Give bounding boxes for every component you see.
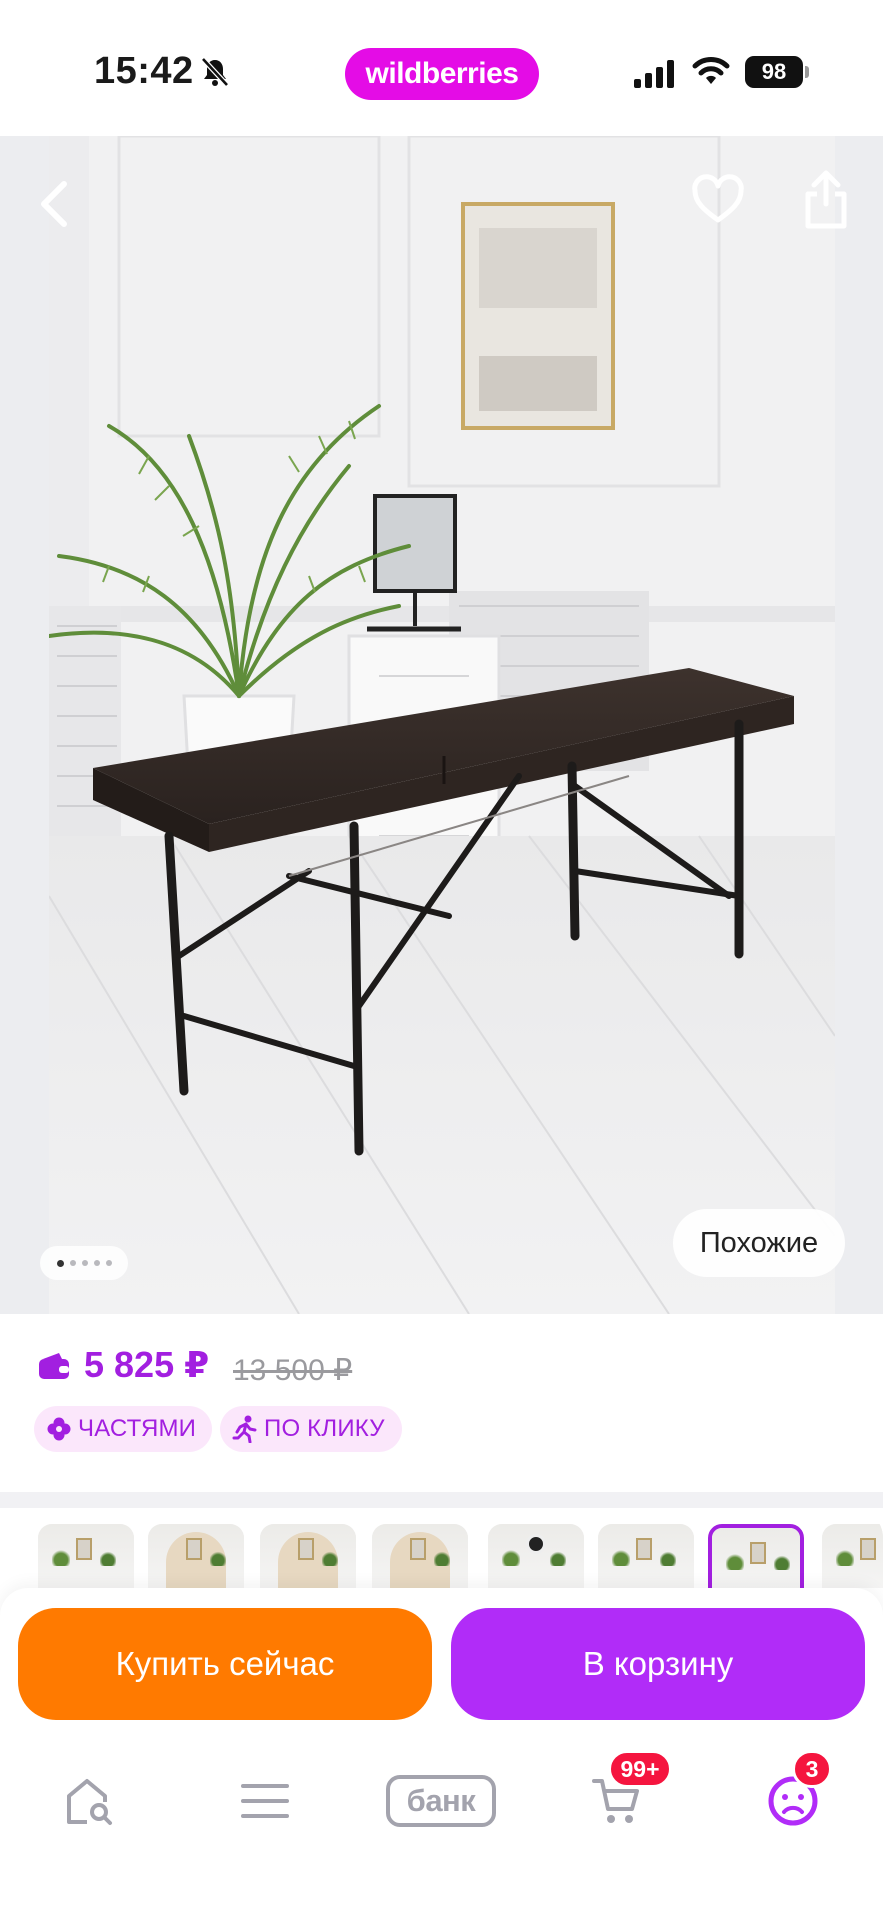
- thumbnail[interactable]: [488, 1524, 584, 1588]
- thumbnail-selected[interactable]: [708, 1524, 804, 1588]
- chip-label: ПО КЛИКУ: [264, 1415, 385, 1442]
- heart-icon[interactable]: [690, 172, 746, 228]
- profile-badge: 3: [792, 1750, 832, 1788]
- pagination-dot: [69, 1260, 76, 1266]
- wallet-icon: [39, 1353, 69, 1379]
- bank-label: банк: [386, 1775, 496, 1827]
- product-gallery[interactable]: Похожие: [0, 136, 883, 1314]
- bottom-tab-bar: банк 99+ 3: [0, 1728, 883, 1920]
- add-to-cart-button[interactable]: В корзину: [451, 1608, 865, 1720]
- battery-indicator: 98: [745, 56, 809, 88]
- pagination-dot: [105, 1260, 112, 1266]
- installments-chip[interactable]: ЧАСТЯМИ: [34, 1406, 212, 1452]
- chip-label: ЧАСТЯМИ: [78, 1415, 197, 1442]
- thumbnail[interactable]: [372, 1524, 468, 1588]
- product-photo[interactable]: [49, 136, 835, 1314]
- action-bar: Купить сейчас В корзину: [0, 1588, 883, 1728]
- home-search-icon: [67, 1779, 112, 1825]
- running-person-icon: [232, 1415, 257, 1443]
- tab-catalog[interactable]: [230, 1766, 300, 1836]
- status-bar: 15:42 wildberries 98: [0, 0, 883, 136]
- brand-logo: wildberries: [345, 48, 539, 100]
- thumbnail[interactable]: [260, 1524, 356, 1588]
- old-price: 13 500 ₽: [233, 1354, 353, 1387]
- tab-home[interactable]: [54, 1766, 124, 1836]
- cart-badge: 99+: [608, 1750, 672, 1788]
- current-price: 5 825 ₽: [84, 1344, 210, 1385]
- status-time: 15:42: [94, 50, 194, 92]
- pagination-dot: [56, 1259, 64, 1267]
- menu-icon: [241, 1784, 289, 1818]
- tab-bank[interactable]: банк: [384, 1766, 498, 1836]
- thumbnail[interactable]: [38, 1524, 134, 1588]
- cellular-signal-icon: [634, 60, 674, 88]
- gallery-pagination: [40, 1246, 128, 1280]
- thumbnail[interactable]: [148, 1524, 244, 1588]
- clover-icon: [47, 1417, 71, 1441]
- pagination-dot: [81, 1260, 88, 1266]
- similar-button[interactable]: Похожие: [673, 1209, 845, 1277]
- pagination-dot: [93, 1260, 100, 1266]
- back-arrow-icon[interactable]: [30, 174, 80, 234]
- buy-now-button[interactable]: Купить сейчас: [18, 1608, 432, 1720]
- share-icon[interactable]: [802, 168, 850, 230]
- price-section: 5 825 ₽ 13 500 ₽ ЧАСТЯМИ ПО КЛИКУ: [0, 1314, 883, 1492]
- bell-muted-icon: [201, 57, 229, 87]
- thumbnail[interactable]: [822, 1524, 883, 1588]
- thumbnail[interactable]: [598, 1524, 694, 1588]
- thumbnail-strip[interactable]: [0, 1508, 883, 1588]
- one-click-chip[interactable]: ПО КЛИКУ: [220, 1406, 402, 1452]
- wifi-icon: [692, 57, 730, 84]
- section-divider: [0, 1492, 883, 1508]
